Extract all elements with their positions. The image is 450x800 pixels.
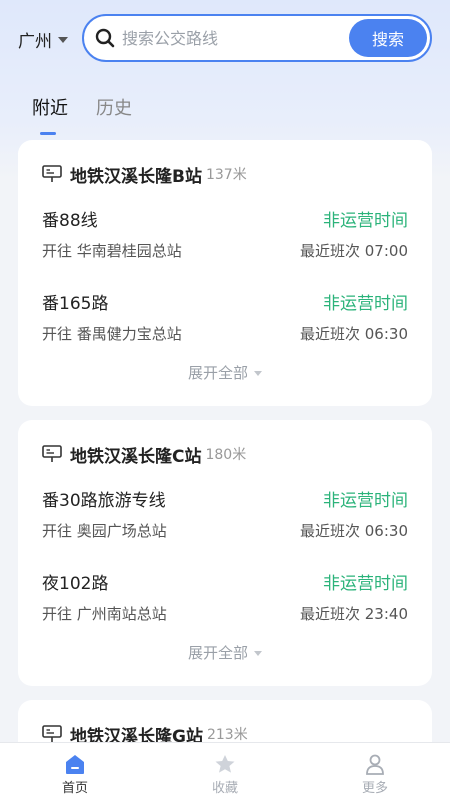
tab-nearby[interactable]: 附近 <box>32 94 68 135</box>
home-icon <box>63 753 87 775</box>
route-status: 非运营时间 <box>323 491 408 511</box>
route-item[interactable]: 番88线 非运营时间 开往 华南碧桂园总站 最近班次 07:00 <box>42 206 408 276</box>
city-selector[interactable]: 广州 <box>18 25 68 53</box>
station-card: 地铁汉溪长隆C站 180米 番30路旅游专线 非运营时间 开往 奥园广场总站 最… <box>18 420 432 686</box>
nav-more-label: 更多 <box>361 781 388 796</box>
route-status: 非运营时间 <box>323 574 408 594</box>
route-next-departure: 最近班次 06:30 <box>300 325 408 343</box>
route-next-departure: 最近班次 23:40 <box>300 605 408 623</box>
triangle-down-icon <box>254 371 262 376</box>
nav-home-label: 首页 <box>61 781 88 796</box>
route-direction: 开往 番禺健力宝总站 <box>42 325 182 343</box>
bus-stop-icon <box>42 165 62 182</box>
tab-history[interactable]: 历史 <box>96 94 132 134</box>
nav-favorites[interactable]: 收藏 <box>150 743 300 800</box>
search-icon <box>94 27 116 49</box>
route-next-departure: 最近班次 06:30 <box>300 522 408 540</box>
station-name: 地铁汉溪长隆C站 <box>70 446 202 467</box>
user-icon <box>363 753 387 775</box>
route-item[interactable]: 番30路旅游专线 非运营时间 开往 奥园广场总站 最近班次 06:30 <box>42 486 408 556</box>
triangle-down-icon <box>254 651 262 656</box>
route-name: 番30路旅游专线 <box>42 491 166 511</box>
route-item[interactable]: 番165路 非运营时间 开往 番禺健力宝总站 最近班次 06:30 <box>42 289 408 359</box>
route-direction: 开往 广州南站总站 <box>42 605 167 623</box>
station-distance: 137米 <box>205 167 247 183</box>
station-distance: 213米 <box>206 727 248 743</box>
nav-home[interactable]: 首页 <box>0 743 150 800</box>
bus-stop-icon <box>42 725 62 742</box>
route-next-departure: 最近班次 07:00 <box>300 242 408 260</box>
route-name: 夜102路 <box>42 574 109 594</box>
route-item[interactable]: 夜102路 非运营时间 开往 广州南站总站 最近班次 23:40 <box>42 569 408 639</box>
route-direction: 开往 华南碧桂园总站 <box>42 242 182 260</box>
route-status: 非运营时间 <box>323 211 408 231</box>
bus-stop-icon <box>42 445 62 462</box>
app-root: 广州 搜索 附近 历史 地铁汉溪长隆B站 <box>0 0 450 800</box>
star-icon <box>213 753 237 775</box>
city-label: 广州 <box>18 31 52 52</box>
station-name: 地铁汉溪长隆B站 <box>70 166 202 187</box>
bottom-nav: 首页 收藏 更多 <box>0 742 450 800</box>
expand-all-label: 展开全部 <box>187 364 248 382</box>
station-card: 地铁汉溪长隆B站 137米 番88线 非运营时间 开往 华南碧桂园总站 最近班次… <box>18 140 432 406</box>
station-header[interactable]: 地铁汉溪长隆C站 180米 <box>42 442 247 467</box>
caret-down-icon <box>58 37 68 43</box>
search-bar: 搜索 <box>82 14 432 62</box>
expand-all-button[interactable]: 展开全部 <box>18 362 432 383</box>
search-input[interactable] <box>122 28 342 48</box>
station-header[interactable]: 地铁汉溪长隆B站 137米 <box>42 162 247 187</box>
nav-favorites-label: 收藏 <box>211 781 238 796</box>
route-name: 番88线 <box>42 211 98 231</box>
expand-all-label: 展开全部 <box>187 644 248 662</box>
header: 广州 搜索 <box>0 0 450 80</box>
route-direction: 开往 奥园广场总站 <box>42 522 167 540</box>
search-button[interactable]: 搜索 <box>349 19 427 57</box>
station-distance: 180米 <box>205 447 247 463</box>
nav-more[interactable]: 更多 <box>300 743 450 800</box>
expand-all-button[interactable]: 展开全部 <box>18 642 432 663</box>
tab-bar: 附近 历史 <box>32 94 132 135</box>
route-status: 非运营时间 <box>323 294 408 314</box>
route-name: 番165路 <box>42 294 109 314</box>
